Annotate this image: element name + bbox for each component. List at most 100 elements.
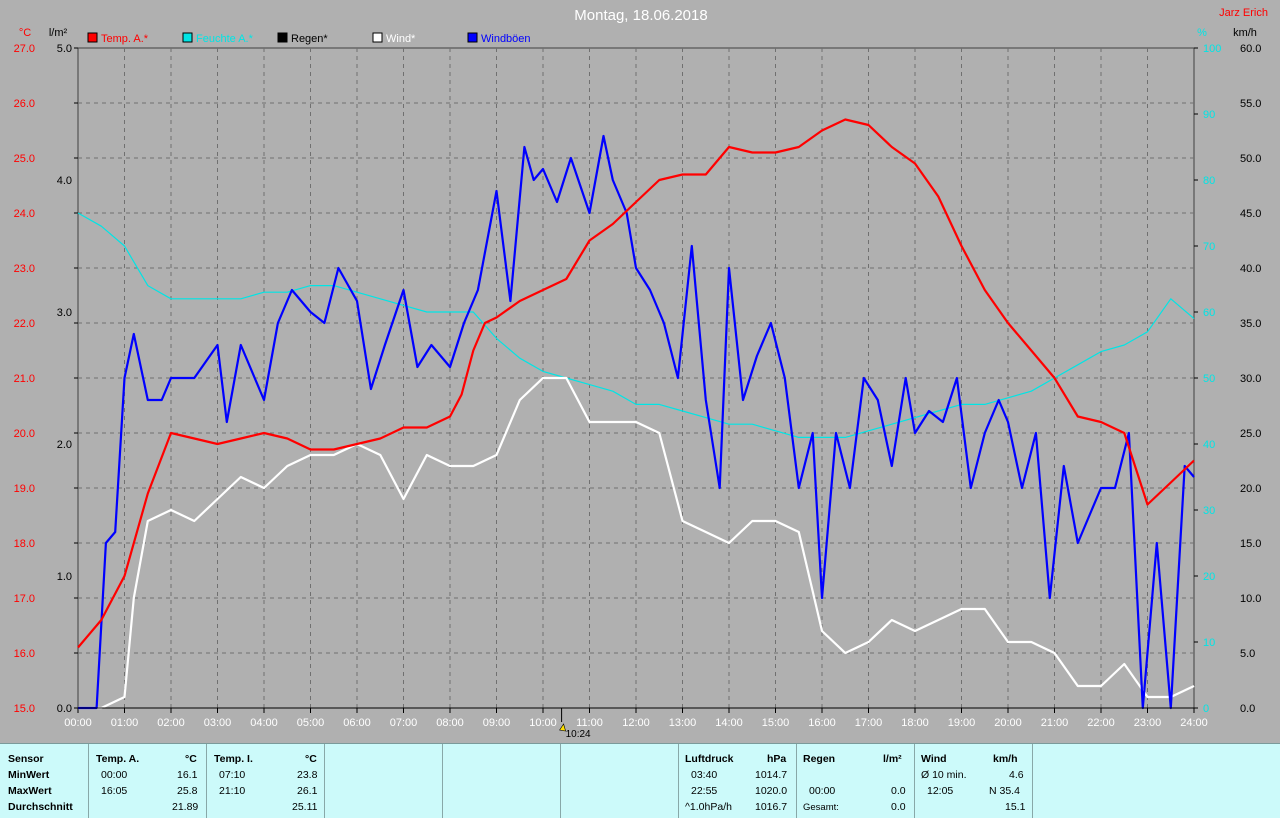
wind-tick-label: 60.0 [1240,43,1261,55]
pressure-min-time: 03:40 [691,769,718,781]
temp-tick-label: 22.0 [14,318,35,330]
rain-axis-unit: l/m² [49,27,68,39]
wind-tick-label: 40.0 [1240,263,1261,275]
x-tick-label: 09:00 [483,717,511,729]
stats-col-temp-i: Temp. I. °C 07:10 23.8 21:10 26.1 25.11 [206,744,325,818]
row-label-avg: Durchschnitt [8,801,73,813]
temp-a-min-time: 00:00 [101,769,128,781]
rain-tick-label: 0.0 [57,703,72,715]
wind-axis-unit: km/h [1233,27,1257,39]
temp-tick-label: 26.0 [14,98,35,110]
stats-col-rain: Regen l/m² 00:00 0.0 Gesamt: 0.0 [796,744,915,818]
rain-header: Regen [803,753,836,765]
x-tick-label: 01:00 [111,717,139,729]
wind-tick-label: 5.0 [1240,648,1255,660]
rain-max-val: 0.0 [891,785,906,797]
temp-tick-label: 17.0 [14,593,35,605]
legend-swatch-gusts [467,32,478,43]
temp-tick-label: 25.0 [14,153,35,165]
rain-tick-label: 4.0 [57,175,72,187]
temp-a-max-val: 25.8 [177,785,198,797]
temp-i-min-val: 23.8 [297,769,318,781]
wind-tick-label: 0.0 [1240,703,1255,715]
pressure-trend-label: ^1.0hPa/h [685,801,732,813]
sensor-header: Sensor [8,753,44,765]
legend-label-humidity: Feuchte A.* [196,33,254,45]
rain-tick-label: 3.0 [57,307,72,319]
temp-i-header: Temp. I. [214,753,253,765]
x-tick-label: 18:00 [901,717,929,729]
wind-tick-label: 55.0 [1240,98,1261,110]
author-label: Jarz Erich [1219,7,1268,19]
x-tick-label: 21:00 [1041,717,1069,729]
legend-label-wind: Wind* [386,33,416,45]
hum-tick-label: 70 [1203,241,1215,253]
stats-col-empty-4 [1032,744,1280,818]
x-tick-label: 04:00 [250,717,278,729]
axes: 00:00 01:00 02:00 03:00 04:00 05:00 06:00 07:00… [14,43,1262,729]
stats-col-empty-1 [324,744,443,818]
temp-a-max-time: 16:05 [101,785,128,797]
pressure-trend-val: 1016.7 [755,801,788,813]
hum-tick-label: 40 [1203,439,1215,451]
stats-col-empty-3 [560,744,679,818]
x-tick-label: 17:00 [855,717,883,729]
humidity-axis-unit: % [1197,27,1207,39]
chart-title: Montag, 18.06.2018 [574,7,707,24]
hum-tick-label: 90 [1203,109,1215,121]
temp-i-max-time: 21:10 [219,785,246,797]
x-tick-label: 11:00 [576,717,603,729]
series-line-feuchte-a [77,212,1195,438]
rain-tick-label: 2.0 [57,439,72,451]
x-tick-label: 22:00 [1087,717,1115,729]
pressure-max-val: 1020.0 [755,785,788,797]
temp-i-max-val: 26.1 [297,785,318,797]
hum-tick-label: 60 [1203,307,1215,319]
wind-tick-label: 35.0 [1240,318,1261,330]
x-tick-label: 23:00 [1134,717,1162,729]
time-marker-label: 10:24 [566,729,591,740]
pressure-max-time: 22:55 [691,785,718,797]
legend-label-temp: Temp. A.* [101,33,149,45]
wind-tick-label: 20.0 [1240,483,1261,495]
x-tick-label: 24:00 [1180,717,1208,729]
hum-tick-label: 30 [1203,505,1215,517]
pressure-unit: hPa [767,753,787,765]
pressure-min-val: 1014.7 [755,769,788,781]
temp-a-avg: 21.89 [172,801,199,813]
wind-max-val: N 35.4 [989,785,1020,797]
temp-tick-label: 15.0 [14,703,35,715]
row-label-min: MinWert [8,769,50,781]
temp-a-unit: °C [185,753,197,765]
x-tick-label: 12:00 [622,717,650,729]
x-tick-label: 19:00 [948,717,976,729]
temp-axis-unit: °C [19,27,31,39]
x-tick-label: 02:00 [157,717,185,729]
temp-a-header: Temp. A. [96,753,140,765]
stats-col-wind: Wind km/h Ø 10 min. 4.6 12:05 N 35.4 15.… [914,744,1033,818]
wind-tick-label: 30.0 [1240,373,1261,385]
x-tick-label: 05:00 [297,717,325,729]
wind-max-time: 12:05 [927,785,954,797]
temp-tick-label: 18.0 [14,538,35,550]
temp-i-unit: °C [305,753,317,765]
wind-tick-label: 45.0 [1240,208,1261,220]
legend-label-gusts: Windböen [481,33,531,45]
legend-swatch-humidity [182,32,193,43]
legend-swatch-wind [372,32,383,43]
wind-header: Wind [921,753,947,765]
wind-tick-label: 25.0 [1240,428,1261,440]
rain-total-label: Gesamt: [803,802,839,813]
weather-chart: Montag, 18.06.2018 Jarz Erich Temp. A.* … [14,7,1268,740]
stats-col-empty-2 [442,744,561,818]
x-tick-label: 16:00 [808,717,836,729]
wind-tick-label: 10.0 [1240,593,1261,605]
x-tick-label: 03:00 [204,717,232,729]
x-tick-label: 14:00 [715,717,743,729]
rain-max-time: 00:00 [809,785,836,797]
wind-tick-label: 50.0 [1240,153,1261,165]
temp-i-avg: 25.11 [292,801,318,813]
pressure-header: Luftdruck [685,753,734,765]
hum-tick-label: 20 [1203,571,1215,583]
temp-a-min-val: 16.1 [177,769,198,781]
